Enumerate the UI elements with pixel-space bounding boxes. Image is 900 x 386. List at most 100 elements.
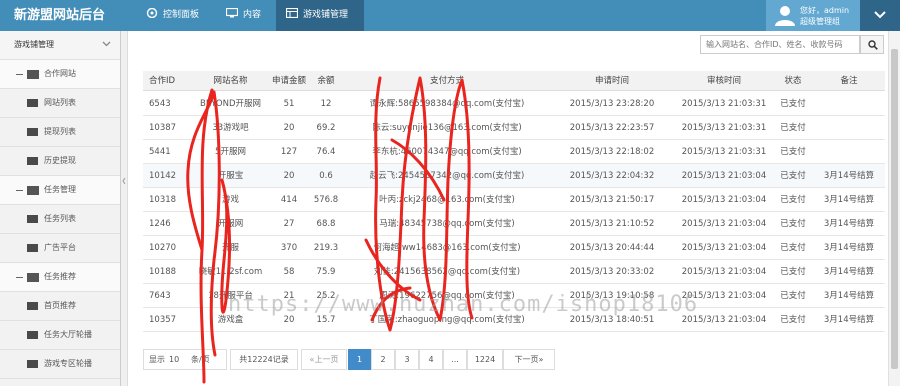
search-button[interactable]: [860, 35, 884, 54]
table-cell: 已支付: [780, 291, 806, 301]
page-button-last[interactable]: 1224: [467, 349, 503, 370]
table-cell: 已支付: [780, 171, 806, 181]
page-size-suffix: 条/页: [191, 355, 210, 364]
table-cell: 33游戏吧: [212, 123, 249, 133]
table-row[interactable]: 10318 游戏 414 576.8 叶丙:zckj2468@163.com(支付宝) 2…: [143, 188, 885, 212]
table-cell: 75.9: [316, 267, 336, 277]
folder-icon: [27, 99, 38, 107]
user-dropdown-button[interactable]: [860, 0, 900, 31]
tab-dashboard[interactable]: 控制面板: [136, 0, 212, 31]
column-header[interactable]: 状态: [773, 71, 813, 91]
table-cell: 58: [283, 267, 295, 277]
watermark: https://www.huzhan.com/ishop18106: [228, 292, 699, 317]
table-cell: 10188: [149, 267, 177, 277]
monitor-icon: [226, 8, 238, 18]
search-input[interactable]: [700, 35, 860, 54]
table-cell: 马瑞:48345738@qq.com(支付宝): [379, 219, 515, 229]
table-cell: 游戏: [221, 195, 239, 205]
table-cell: 开服: [221, 243, 239, 253]
table-cell: 68.8: [316, 219, 336, 229]
table-row[interactable]: 5441 5开服网 127 76.4 李东杭:460074347@qq.com(支付宝)…: [143, 140, 885, 164]
sidebar-item-hall-carousel[interactable]: 任务大厅轮播: [0, 321, 120, 350]
sidebar-group-label: 合作网站: [44, 69, 76, 78]
page-button-3[interactable]: 3: [395, 349, 419, 370]
page-size-label: 显示: [149, 355, 165, 364]
column-header[interactable]: 备注: [815, 71, 883, 91]
sidebar-group-task-recommend[interactable]: 任务推荐: [0, 263, 120, 292]
table-row[interactable]: 10270 开服 370 219.3 何海超:ww14683@163.com(支付宝) 2…: [143, 236, 885, 260]
table-row[interactable]: 10188 晓敏11.2sf.com 58 75.9 刘佳:2415638562@qq.…: [143, 260, 885, 284]
page-button-1[interactable]: 1: [348, 349, 371, 370]
sidebar-collapse-bar[interactable]: [121, 31, 128, 386]
user-role: 超级管理组: [800, 17, 840, 26]
sidebar-item-label: 任务列表: [44, 214, 76, 223]
grid-icon: [286, 8, 298, 18]
sidebar-item-zone-carousel[interactable]: 游戏专区轮播: [0, 350, 120, 379]
brand-title[interactable]: 新游盟网站后台: [0, 0, 136, 31]
sidebar-item-task-list[interactable]: 任务列表: [0, 205, 120, 234]
table-cell: 已支付: [780, 195, 806, 205]
table-cell: 2015/3/13 21:03:04: [681, 243, 767, 253]
table-cell: 2015/3/13 20:44:44: [569, 243, 655, 253]
sidebar-title: 游戏铺管理: [14, 40, 54, 49]
sidebar-header[interactable]: 游戏铺管理: [0, 31, 120, 60]
double-chevron-left-icon: [122, 177, 126, 185]
table-cell: 20: [283, 171, 295, 181]
table-cell: 何海超:ww14683@163.com(支付宝): [373, 243, 521, 253]
page-button-2[interactable]: 2: [371, 349, 395, 370]
table-cell: 开服宝: [217, 171, 244, 181]
scrollbar-thumb[interactable]: [891, 49, 898, 369]
table-cell: 7643: [149, 291, 171, 301]
table-cell: 2015/3/13 21:03:04: [681, 195, 767, 205]
table-cell: 2015/3/13 23:28:20: [569, 99, 655, 109]
table-cell: 10387: [149, 123, 177, 133]
table-cell: 2015/3/13 21:10:52: [569, 219, 655, 229]
sidebar-item-withdraw-history[interactable]: 历史提现: [0, 147, 120, 176]
table-row[interactable]: 1246 开服网 27 68.8 马瑞:48345738@qq.com(支付宝) 2015…: [143, 212, 885, 236]
next-page-button[interactable]: 下一页»: [503, 349, 555, 370]
table-cell: 3月14号结算: [823, 267, 875, 277]
tab-content[interactable]: 内容: [216, 0, 274, 31]
column-header[interactable]: 合作ID: [149, 71, 193, 91]
column-header[interactable]: 审核时间: [675, 71, 773, 91]
collapse-icon: [16, 190, 23, 191]
column-header[interactable]: 申请金额: [268, 71, 310, 91]
user-menu[interactable]: 您好，admin 超级管理组: [766, 0, 860, 31]
table-cell: 414: [280, 195, 298, 205]
sidebar-item-site-list[interactable]: 网站列表: [0, 89, 120, 118]
table-row[interactable]: 10142 开服宝 20 0.6 赵云飞:2454507342@qq.com(支付宝) 2…: [143, 164, 885, 188]
folder-icon: [27, 273, 39, 282]
table-cell: 已支付: [780, 147, 806, 157]
table-cell: 李东杭:460074347@qq.com(支付宝): [372, 147, 522, 157]
column-header[interactable]: 余额: [310, 71, 342, 91]
sidebar-item-home-recommend[interactable]: 首页推荐: [0, 292, 120, 321]
table-cell: 10142: [149, 171, 177, 181]
table-cell: 576.8: [313, 195, 339, 205]
table-cell: 已支付: [780, 267, 806, 277]
sidebar-group-partner-sites[interactable]: 合作网站: [0, 60, 120, 89]
sidebar-item-ad-platform[interactable]: 广告平台: [0, 234, 120, 263]
sidebar-group-task-management[interactable]: 任务管理: [0, 176, 120, 205]
folder-icon: [27, 157, 38, 165]
tab-game-shop[interactable]: 游戏铺管理: [276, 0, 364, 31]
table-row[interactable]: 6543 BEYOND开服网 51 12 谭永辉:5865598384@qq.com(支…: [143, 92, 885, 116]
table-cell: 2015/3/13 20:33:02: [569, 267, 655, 277]
table-cell: 已支付: [780, 99, 806, 109]
column-header[interactable]: 支付方式: [342, 71, 552, 91]
column-header[interactable]: 网站名称: [193, 71, 268, 91]
column-header[interactable]: 申请时间: [557, 71, 667, 91]
page-size-selector[interactable]: 显示 10 条/页: [143, 349, 227, 370]
table-header: 合作ID 网站名称 申请金额 余额 支付方式 申请时间 审核时间 状态 备注: [143, 71, 885, 91]
search-icon: [868, 40, 878, 50]
table-cell: 叶丙:zckj2468@163.com(支付宝): [379, 195, 515, 205]
table-cell: 3月14号结算: [823, 171, 875, 181]
folder-icon: [27, 244, 38, 252]
vertical-scrollbar[interactable]: [888, 31, 900, 386]
table-row[interactable]: 10387 33游戏吧 20 69.2 陈云:suyunjie136@163.com(支…: [143, 116, 885, 140]
folder-icon: [27, 186, 39, 195]
sidebar-item-withdraw-list[interactable]: 提现列表: [0, 118, 120, 147]
prev-page-button[interactable]: «上一页: [301, 349, 347, 370]
sidebar-item-label: 提现列表: [44, 127, 76, 136]
page-button-4[interactable]: 4: [419, 349, 443, 370]
table-cell: 12: [320, 99, 332, 109]
